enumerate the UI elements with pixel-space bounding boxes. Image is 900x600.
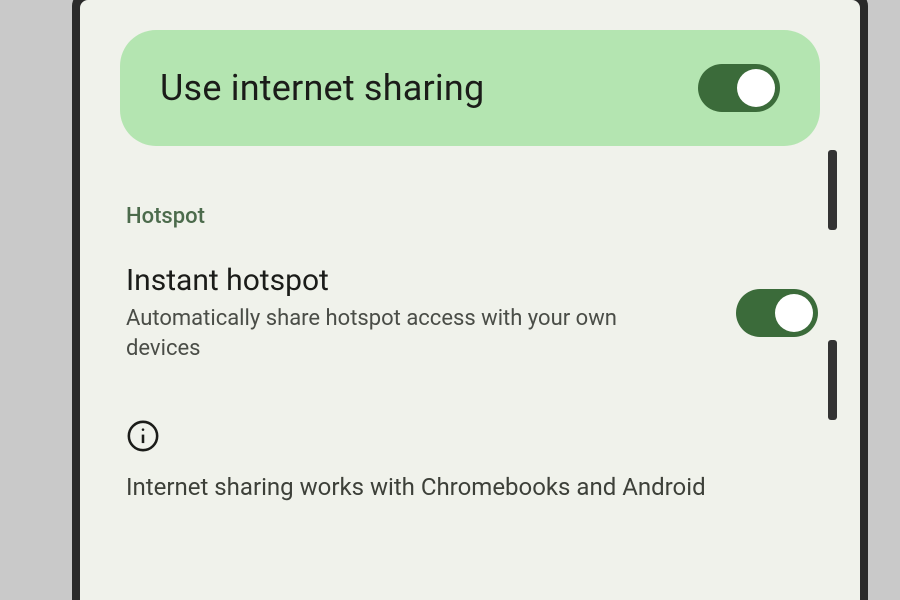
phone-screen: Use internet sharing Hotspot Instant hot… [80,0,860,600]
internet-sharing-title: Use internet sharing [160,67,484,109]
phone-side-button [828,340,837,420]
toggle-knob [737,69,775,107]
instant-hotspot-subtitle: Automatically share hotspot access with … [126,304,646,363]
info-icon [126,419,160,453]
hotspot-section-label: Hotspot [126,204,820,229]
phone-frame: Use internet sharing Hotspot Instant hot… [72,0,868,600]
phone-side-button [828,150,837,230]
internet-sharing-toggle[interactable] [698,64,780,112]
toggle-knob [775,294,813,332]
info-block: Internet sharing works with Chromebooks … [126,419,820,501]
instant-hotspot-row[interactable]: Instant hotspot Automatically share hots… [120,263,820,363]
instant-hotspot-text: Instant hotspot Automatically share hots… [126,263,736,363]
instant-hotspot-toggle[interactable] [736,289,818,337]
instant-hotspot-title: Instant hotspot [126,263,708,298]
internet-sharing-card[interactable]: Use internet sharing [120,30,820,146]
info-text: Internet sharing works with Chromebooks … [126,473,820,501]
